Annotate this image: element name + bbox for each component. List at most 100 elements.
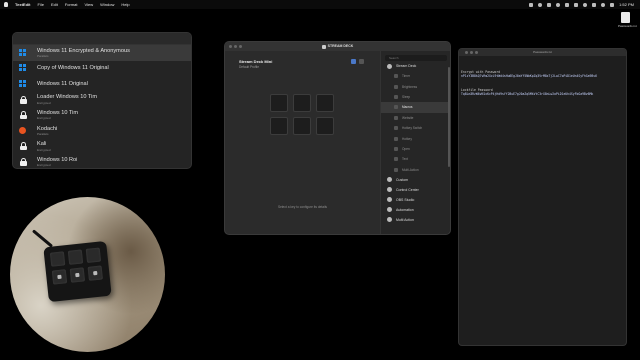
vm-item-name: Windows 11 Original [37, 80, 88, 87]
action-category[interactable]: Custom [381, 175, 450, 185]
device-name[interactable]: Stream Deck Mini [239, 59, 272, 64]
vm-item[interactable]: Windows 11 Original [13, 76, 191, 92]
windows-icon [19, 79, 27, 88]
menu-app-name[interactable]: TextEdit [15, 0, 30, 9]
status-icon[interactable] [538, 2, 543, 7]
editor-blank-line [459, 78, 626, 88]
menu-view[interactable]: View [85, 0, 94, 9]
action-item-label: Hotkey Switch [402, 126, 423, 131]
windows-icon [19, 64, 27, 72]
action-item[interactable]: Timer [381, 71, 450, 81]
action-item[interactable]: Open [381, 144, 450, 154]
editor-content[interactable]: Encrypt with Password nP1zY3B8kQ7vRm2XcL… [459, 56, 626, 96]
physical-key [87, 265, 103, 281]
action-icon [394, 146, 398, 151]
status-icon[interactable] [565, 2, 570, 7]
category-icon [387, 207, 392, 213]
settings-icon[interactable] [359, 59, 364, 64]
vm-item[interactable]: Loader Windows 10 Tim Encrypted [13, 92, 191, 108]
category-icon [387, 177, 392, 183]
action-icon [394, 126, 398, 131]
menu-help[interactable]: Help [121, 0, 129, 9]
control-center-icon[interactable] [610, 2, 615, 7]
device-icon[interactable] [351, 59, 356, 64]
menu-file[interactable]: File [37, 0, 43, 9]
actions-scrollbar[interactable] [448, 67, 450, 167]
category-icon [387, 63, 392, 69]
vm-list: Windows 11 Encrypted & Anonymous Parallel… [13, 45, 191, 168]
action-icon [394, 167, 398, 172]
menu-window[interactable]: Window [100, 0, 114, 9]
action-category[interactable]: OBS Studio [381, 195, 450, 205]
vm-item[interactable]: Kodachi Parallels [13, 123, 191, 139]
vm-item[interactable]: Windows 10 Roi Encrypted [13, 154, 191, 168]
vm-item-subtitle: Encrypted [37, 116, 51, 121]
window-title: STREAM DECK [225, 44, 450, 49]
physical-key [51, 269, 68, 285]
action-category[interactable]: Multi Action [381, 215, 450, 225]
document-icon [620, 12, 630, 23]
key-glyph-icon [75, 272, 80, 278]
action-category-label: Automation [396, 207, 414, 212]
zoom-button[interactable] [475, 51, 478, 54]
key-glyph-icon [57, 274, 62, 280]
minimize-button[interactable] [470, 51, 473, 54]
menu-format[interactable]: Format [65, 0, 78, 9]
deck-key-4[interactable] [270, 117, 288, 135]
close-button[interactable] [465, 51, 468, 54]
usb-cable [31, 229, 54, 248]
menu-clock[interactable]: 1:52 PM [619, 0, 634, 9]
search-icon[interactable] [601, 2, 606, 7]
deck-key-5[interactable] [293, 117, 311, 135]
actions-list: Stream Deck Timer Brightness Sleep Macros Web… [381, 61, 450, 225]
menu-edit[interactable]: Edit [51, 0, 58, 9]
action-item[interactable]: Sleep [381, 92, 450, 102]
lock-icon [19, 142, 27, 151]
action-item[interactable]: Hotkey Switch [381, 123, 450, 133]
desktop-file-label: Passwords.txt [618, 24, 637, 28]
actions-sidebar: Search Stream Deck Timer Brightness Sleep Ma… [380, 51, 450, 234]
vm-item[interactable]: Windows 10 Tim Encrypted [13, 107, 191, 123]
vm-item-text: Windows 11 Encrypted & Anonymous Parallel… [37, 48, 130, 59]
wifi-icon[interactable] [583, 2, 588, 7]
physical-stream-deck [43, 240, 112, 303]
lock-icon [19, 111, 27, 120]
status-icon[interactable] [547, 2, 552, 7]
action-icon [394, 74, 398, 79]
vm-item[interactable]: Copy of Windows 11 Original [13, 61, 191, 77]
action-item[interactable]: Macros [381, 102, 450, 113]
apple-menu-icon[interactable] [4, 2, 8, 7]
action-item[interactable]: Brightness [381, 81, 450, 91]
vm-item-text: Copy of Windows 11 Original [37, 65, 109, 72]
lock-icon [19, 95, 27, 104]
key-glyph-icon [93, 270, 98, 276]
status-icon[interactable] [556, 2, 561, 7]
vm-item[interactable]: Kali Encrypted [13, 139, 191, 155]
status-icon[interactable] [529, 2, 534, 7]
action-item[interactable]: Website [381, 113, 450, 123]
vm-item-subtitle: Parallels [37, 54, 49, 59]
action-icon [394, 94, 398, 99]
deck-key-3[interactable] [316, 94, 334, 112]
vm-item-subtitle: Encrypted [37, 147, 51, 152]
action-item-label: Open [402, 146, 410, 151]
status-icon[interactable] [574, 2, 579, 7]
deck-key-6[interactable] [316, 117, 334, 135]
action-item[interactable]: Text [381, 154, 450, 164]
launcher-search[interactable] [13, 33, 191, 45]
action-item[interactable]: Multi-Action [381, 165, 450, 175]
profile-name[interactable]: Default Profile [239, 65, 259, 69]
physical-key [69, 267, 86, 283]
deck-key-1[interactable] [270, 94, 288, 112]
action-item[interactable]: Hotkey [381, 133, 450, 143]
action-item-label: Brightness [402, 84, 418, 89]
vm-item[interactable]: Windows 11 Encrypted & Anonymous Parallel… [13, 45, 191, 61]
deck-key-2[interactable] [293, 94, 311, 112]
desktop-file[interactable]: Passwords.txt [618, 12, 637, 32]
battery-icon[interactable] [592, 2, 597, 7]
action-category[interactable]: Automation [381, 205, 450, 215]
action-category[interactable]: Stream Deck [381, 61, 450, 71]
vm-item-name: Copy of Windows 11 Original [37, 65, 109, 72]
action-category[interactable]: Control Center [381, 185, 450, 195]
configure-hint: Select a key to configure its details [277, 205, 328, 209]
